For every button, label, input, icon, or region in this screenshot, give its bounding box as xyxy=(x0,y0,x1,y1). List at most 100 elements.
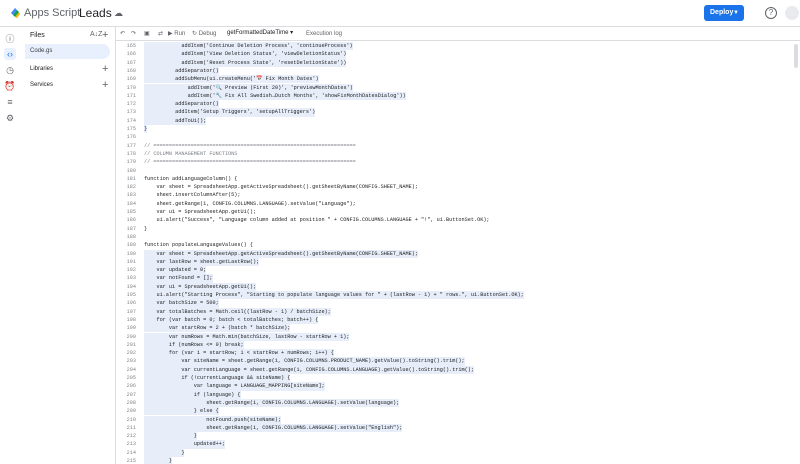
code-text[interactable]: addItem('🔍 Preview (First 20)', 'preview… xyxy=(144,83,353,92)
code-line[interactable]: 214 } xyxy=(116,448,800,457)
code-text[interactable]: var sheet = SpreadsheetApp.getActiveSpre… xyxy=(144,249,418,258)
settings-icon[interactable]: ⚙ xyxy=(4,112,16,124)
redo-icon[interactable]: ↷ xyxy=(131,29,136,39)
project-title[interactable]: Leads xyxy=(79,6,112,20)
code-editor[interactable]: 165 addItem('Continue Deletion Process',… xyxy=(116,42,800,464)
code-text[interactable]: var currentLanguage = sheet.getRange(i, … xyxy=(144,365,474,374)
clock-history-icon[interactable]: ◷ xyxy=(4,64,16,76)
deploy-button[interactable]: Deploy ▼ xyxy=(704,5,744,21)
code-line[interactable]: 177 // ==================================… xyxy=(116,142,800,150)
code-line[interactable]: 195 ui.alert("Starting Process", "Starti… xyxy=(116,291,800,300)
help-icon[interactable]: ? xyxy=(765,7,777,19)
code-line[interactable]: 178 // COLUMN MANAGEMENT FUNCTIONS xyxy=(116,150,800,158)
code-text[interactable]: } xyxy=(144,457,173,464)
code-text[interactable]: var totalBatches = Math.ceil((lastRow - … xyxy=(144,307,331,316)
code-text[interactable]: var startRow = 2 + (batch * batchSize); xyxy=(144,324,291,333)
code-text[interactable]: // =====================================… xyxy=(144,142,356,150)
code-text[interactable]: addItem('Continue Deletion Process', 'co… xyxy=(144,42,353,51)
code-text[interactable]: ui.alert("Success", "Language column add… xyxy=(144,216,489,224)
code-line[interactable]: 165 addItem('Continue Deletion Process',… xyxy=(116,42,800,51)
code-text[interactable]: if (numRows <= 0) break; xyxy=(144,340,244,350)
code-line[interactable]: 189 function populateLanguageValues() { xyxy=(116,241,800,249)
code-text[interactable]: } xyxy=(144,225,147,233)
add-service-icon[interactable]: + xyxy=(102,80,108,91)
code-text[interactable]: addSeparator() xyxy=(144,66,219,76)
code-text[interactable]: // =====================================… xyxy=(144,158,356,166)
code-text[interactable]: function addLanguageColumn() { xyxy=(144,175,237,183)
code-line[interactable]: 190 var sheet = SpreadsheetApp.getActive… xyxy=(116,249,800,258)
code-line[interactable]: 202 for (var i = startRow; i < startRow … xyxy=(116,349,800,358)
code-line[interactable]: 211 sheet.getRange(i, CONFIG.COLUMNS.LAN… xyxy=(116,423,800,433)
code-text[interactable]: var language = LANGUAGE_MAPPING[siteName… xyxy=(144,382,325,391)
code-text[interactable]: for (var i = startRow; i < startRow + nu… xyxy=(144,349,334,358)
avatar[interactable] xyxy=(785,6,799,20)
code-text[interactable]: notFound.push(siteName); xyxy=(144,415,281,424)
code-text[interactable]: var numRows = Math.min(batchSize, lastRo… xyxy=(144,332,350,341)
code-text[interactable]: } xyxy=(144,432,197,441)
code-line[interactable]: 168 addSeparator() xyxy=(116,66,800,76)
code-text[interactable]: if (language) { xyxy=(144,390,241,399)
code-line[interactable]: 183 sheet.insertColumnAfter(5); xyxy=(116,191,800,199)
code-line[interactable]: 194 var ui = SpreadsheetApp.getUi(); xyxy=(116,282,800,291)
code-line[interactable]: 201 if (numRows <= 0) break; xyxy=(116,340,800,350)
code-line[interactable]: 175} xyxy=(116,125,800,134)
code-text[interactable]: sheet.getRange(1, CONFIG.COLUMNS.LANGUAG… xyxy=(144,200,355,208)
code-line[interactable]: 206 var language = LANGUAGE_MAPPING[site… xyxy=(116,382,800,391)
code-text[interactable]: addSubMenu(ui.createMenu('📅 Fix Month Da… xyxy=(144,75,319,84)
code-line[interactable]: 203 var siteName = sheet.getRange(i, CON… xyxy=(116,357,800,366)
info-icon[interactable]: ⓘ xyxy=(4,33,16,45)
code-line[interactable]: 169 addSubMenu(ui.createMenu('📅 Fix Mont… xyxy=(116,75,800,84)
code-line[interactable]: 185 var ui = SpreadsheetApp.getUi(); xyxy=(116,208,800,216)
code-line[interactable]: 192 var updated = 0; xyxy=(116,266,800,275)
code-line[interactable]: 200 var numRows = Math.min(batchSize, la… xyxy=(116,332,800,341)
code-line[interactable]: 207 if (language) { xyxy=(116,390,800,399)
code-line[interactable]: 186 ui.alert("Success", "Language column… xyxy=(116,216,800,224)
code-line[interactable]: 213 updated++; xyxy=(116,440,800,449)
code-text[interactable]: var batchSize = 500; xyxy=(144,299,219,308)
code-text[interactable]: addSeparator() xyxy=(144,100,219,109)
code-line[interactable]: 196 var batchSize = 500; xyxy=(116,299,800,308)
debug-button[interactable]: ↻ Debug xyxy=(192,29,216,39)
executions-icon[interactable]: ≡ xyxy=(4,96,16,108)
format-icon[interactable]: ⇄ xyxy=(158,29,163,39)
code-text[interactable]: } xyxy=(144,125,148,134)
code-line[interactable]: 208 sheet.getRange(i, CONFIG.COLUMNS.LAN… xyxy=(116,398,800,408)
code-text[interactable]: addItem('Reset Process State', 'resetDel… xyxy=(144,58,347,67)
code-line[interactable]: 184 sheet.getRange(1, CONFIG.COLUMNS.LAN… xyxy=(116,200,800,208)
file-item-code-gs[interactable]: Code.gs xyxy=(25,44,110,59)
add-file-icon[interactable]: + xyxy=(102,30,108,41)
code-text[interactable]: if (!currentLanguage && siteName) { xyxy=(144,374,291,383)
code-line[interactable]: 191 var lastRow = sheet.getLastRow(); xyxy=(116,257,800,267)
code-line[interactable]: 180 xyxy=(116,167,800,175)
code-text[interactable]: var sheet = SpreadsheetApp.getActiveSpre… xyxy=(144,183,418,191)
save-icon[interactable]: ▣ xyxy=(144,29,150,39)
code-line[interactable]: 172 addSeparator() xyxy=(116,100,800,109)
code-text[interactable]: var lastRow = sheet.getLastRow(); xyxy=(144,257,260,267)
code-text[interactable]: ui.alert("Starting Process", "Starting t… xyxy=(144,291,524,300)
code-text[interactable]: addItem('View Deletion Status', 'viewDel… xyxy=(144,50,347,59)
code-text[interactable]: var updated = 0; xyxy=(144,266,207,275)
code-text[interactable]: sheet.getRange(i, CONFIG.COLUMNS.LANGUAG… xyxy=(144,398,400,408)
code-line[interactable]: 209 } else { xyxy=(116,407,800,416)
code-line[interactable]: 182 var sheet = SpreadsheetApp.getActive… xyxy=(116,183,800,191)
code-line[interactable]: 197 var totalBatches = Math.ceil((lastRo… xyxy=(116,307,800,316)
code-line[interactable]: 181 function addLanguageColumn() { xyxy=(116,175,800,183)
code-line[interactable]: 170 addItem('🔍 Preview (First 20)', 'pre… xyxy=(116,83,800,92)
run-button[interactable]: ▶ Run xyxy=(168,29,185,39)
code-line[interactable]: 199 var startRow = 2 + (batch * batchSiz… xyxy=(116,324,800,333)
code-text[interactable]: for (var batch = 0; batch < totalBatches… xyxy=(144,315,319,325)
function-select[interactable]: getFormattedDateTime ▾ xyxy=(224,28,299,39)
code-line[interactable]: 174 addToUi(); xyxy=(116,116,800,125)
code-text[interactable]: addToUi(); xyxy=(144,116,207,125)
code-text[interactable]: var ui = SpreadsheetApp.getUi(); xyxy=(144,208,256,216)
code-icon[interactable]: ‹› xyxy=(4,48,16,60)
code-line[interactable]: 173 addItem('Setup Triggers', 'setupAllT… xyxy=(116,108,800,117)
code-line[interactable]: 176 xyxy=(116,133,800,141)
add-library-icon[interactable]: + xyxy=(102,64,108,75)
code-text[interactable]: // COLUMN MANAGEMENT FUNCTIONS xyxy=(144,150,237,158)
code-text[interactable]: addItem('🔧 Fix All Swedish→Dutch Months'… xyxy=(144,91,406,101)
code-text[interactable]: var notFound = []; xyxy=(144,274,213,283)
sort-az-icon[interactable]: A↓Z xyxy=(90,31,102,38)
code-text[interactable]: addItem('Setup Triggers', 'setupAllTrigg… xyxy=(144,108,316,117)
code-line[interactable]: 188 xyxy=(116,233,800,241)
